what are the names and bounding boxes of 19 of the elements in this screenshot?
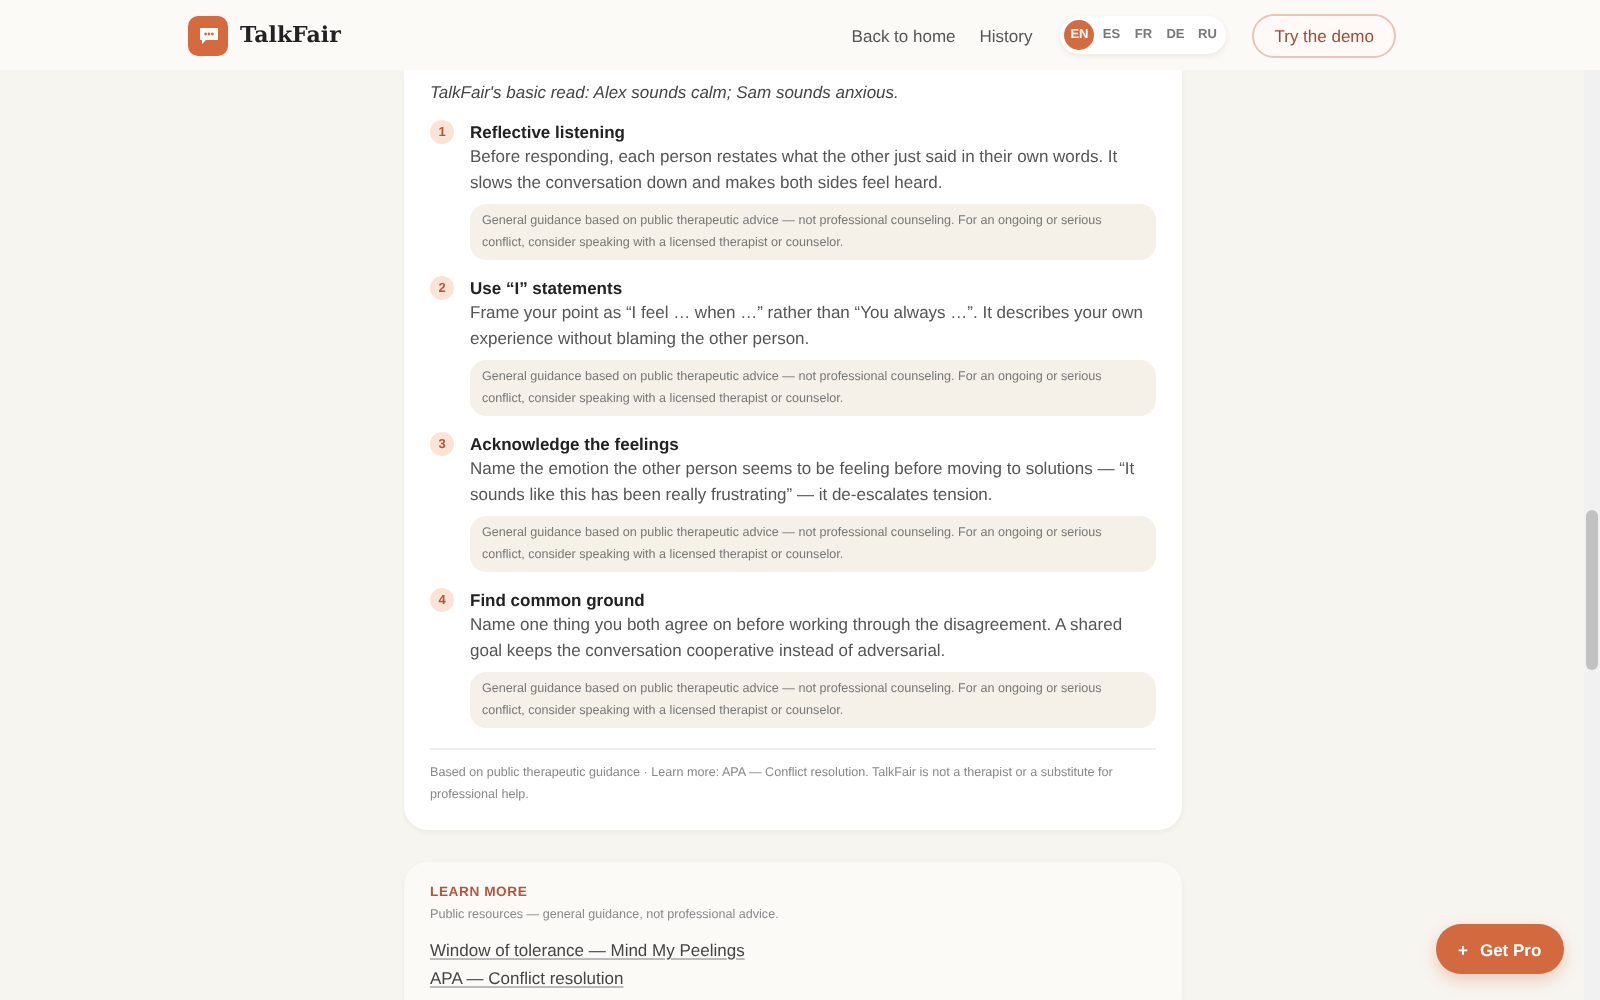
demo-button[interactable]: Try the demo <box>1252 13 1396 57</box>
nav-link[interactable]: History <box>979 25 1033 45</box>
logo-icon[interactable] <box>188 15 228 55</box>
resource-link[interactable]: Window of tolerance — Mind My Peelings <box>430 940 745 960</box>
step-title: Reflective listening <box>470 120 627 144</box>
step-description: Frame your point as “I feel … when …” rather than “You always …”. It describes your own experience without blaming the other person. <box>470 300 1146 352</box>
step-description: Name the emotion the other person seems to be feeling before moving to solutions — “It sounds like this has been really frustrating” — it de-escalates tension. <box>470 456 1137 508</box>
step-title: Acknowledge the feelings <box>470 432 681 456</box>
scrollbar-thumb[interactable] <box>1586 510 1598 670</box>
step-title: Use “I” statements <box>470 276 625 300</box>
plus-icon: + <box>1458 939 1468 959</box>
step-description: Before responding, each person restates what the other just said in their own words. It slows the conversation down and makes both sides feel heard. <box>470 144 1120 196</box>
step-description: Name one thing you both agree on before working through the disagreement. A shared goal keeps the conversation cooperative instead of adversarial. <box>470 612 1125 664</box>
resource-link[interactable]: APA — Conflict resolution <box>430 968 624 988</box>
summary-text: TalkFair's basic read: Alex sounds calm; Sam sounds anxious. <box>430 82 901 102</box>
step-title: Find common ground <box>470 588 647 612</box>
nav-link[interactable]: Back to home <box>851 25 956 45</box>
get-pro-button[interactable]: + Get Pro <box>1436 924 1564 974</box>
brand-name: TalkFair <box>240 22 341 48</box>
